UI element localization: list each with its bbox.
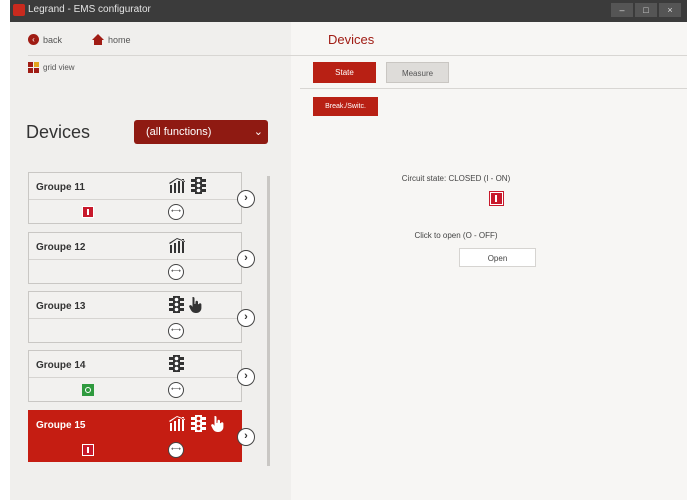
measure-icon	[169, 416, 185, 431]
traffic-light-icon	[169, 296, 184, 313]
group-name: Groupe 14	[36, 360, 86, 371]
window-controls: – □ ×	[611, 3, 681, 17]
app-window: Legrand - EMS configurator – □ × ‹ back …	[10, 0, 687, 500]
group-name: Groupe 11	[36, 182, 85, 193]
measure-icon	[169, 238, 185, 253]
card-divider	[29, 199, 241, 200]
group-name: Groupe 12	[36, 242, 86, 253]
home-label: home	[108, 34, 131, 45]
usb-icon: ⟷	[168, 382, 184, 398]
grid-icon	[28, 62, 39, 73]
function-icons	[169, 415, 225, 432]
group-card[interactable]: Groupe 12 ⟷ ›	[28, 232, 255, 284]
usb-icon: ⟷	[168, 204, 184, 220]
traffic-light-icon	[191, 415, 206, 432]
hand-icon	[211, 416, 224, 432]
home-button[interactable]: home	[92, 34, 131, 45]
chevron-right-icon[interactable]: ›	[237, 190, 255, 208]
tab-state[interactable]: State	[313, 62, 376, 83]
circuit-closed-icon	[490, 192, 503, 205]
title-bar: Legrand - EMS configurator – □ ×	[10, 0, 687, 22]
function-filter-value: (all functions)	[146, 126, 212, 138]
open-button[interactable]: Open	[459, 248, 536, 267]
minimize-icon[interactable]: –	[611, 3, 633, 17]
back-arrow-icon: ‹	[28, 34, 39, 45]
group-card[interactable]: Groupe 14 ⟷ ›	[28, 350, 255, 402]
measure-icon	[169, 178, 185, 193]
card-divider	[29, 259, 241, 260]
status-closed-icon	[82, 206, 94, 218]
card-divider	[29, 437, 241, 438]
legrand-logo-icon	[13, 4, 25, 16]
usb-icon: ⟷	[168, 264, 184, 280]
function-icons	[169, 296, 203, 313]
usb-icon: ⟷	[168, 323, 184, 339]
chevron-right-icon[interactable]: ›	[237, 428, 255, 446]
group-card[interactable]: Groupe 13 ⟷ ›	[28, 291, 255, 343]
chevron-right-icon[interactable]: ›	[237, 309, 255, 327]
divider	[300, 88, 687, 89]
devices-heading: Devices	[26, 122, 91, 142]
card-divider	[29, 318, 241, 319]
back-button[interactable]: ‹ back	[28, 34, 62, 45]
grid-view-label: grid view	[43, 63, 75, 72]
break-switch-button[interactable]: Break./Switc.	[313, 97, 378, 116]
scrollbar[interactable]	[267, 176, 270, 466]
tab-measure[interactable]: Measure	[386, 62, 449, 83]
usb-icon: ⟷	[168, 442, 184, 458]
chevron-down-icon: ⌄	[253, 126, 263, 138]
home-icon	[92, 34, 104, 45]
maximize-icon[interactable]: □	[635, 3, 657, 17]
card-divider	[29, 377, 241, 378]
traffic-light-icon	[169, 355, 184, 372]
group-card-selected[interactable]: Groupe 15 ⟷ ›	[28, 410, 255, 462]
click-to-open-text: Click to open (O - OFF)	[414, 231, 498, 240]
group-name: Groupe 13	[36, 301, 86, 312]
function-icons	[169, 355, 184, 372]
top-navigation: ‹ back home Devices	[10, 22, 687, 58]
circuit-state-text: Circuit state: CLOSED (I - ON)	[401, 174, 511, 183]
group-card[interactable]: Groupe 11 ⟷ ›	[28, 172, 255, 224]
hand-icon	[189, 297, 202, 313]
grid-view-button[interactable]: grid view	[28, 62, 75, 73]
chevron-right-icon[interactable]: ›	[237, 368, 255, 386]
function-icons	[169, 177, 206, 194]
status-closed-icon	[82, 444, 94, 456]
back-label: back	[43, 34, 63, 45]
function-icons	[169, 237, 186, 254]
chevron-right-icon[interactable]: ›	[237, 250, 255, 268]
traffic-light-icon	[191, 177, 206, 194]
window-title: Legrand - EMS configurator	[28, 4, 151, 15]
group-name: Groupe 15	[36, 420, 86, 431]
function-filter-select[interactable]: (all functions) ⌄	[134, 120, 268, 144]
divider	[28, 55, 687, 56]
close-icon[interactable]: ×	[659, 3, 681, 17]
status-open-icon	[82, 384, 94, 396]
page-title: Devices	[328, 32, 375, 47]
